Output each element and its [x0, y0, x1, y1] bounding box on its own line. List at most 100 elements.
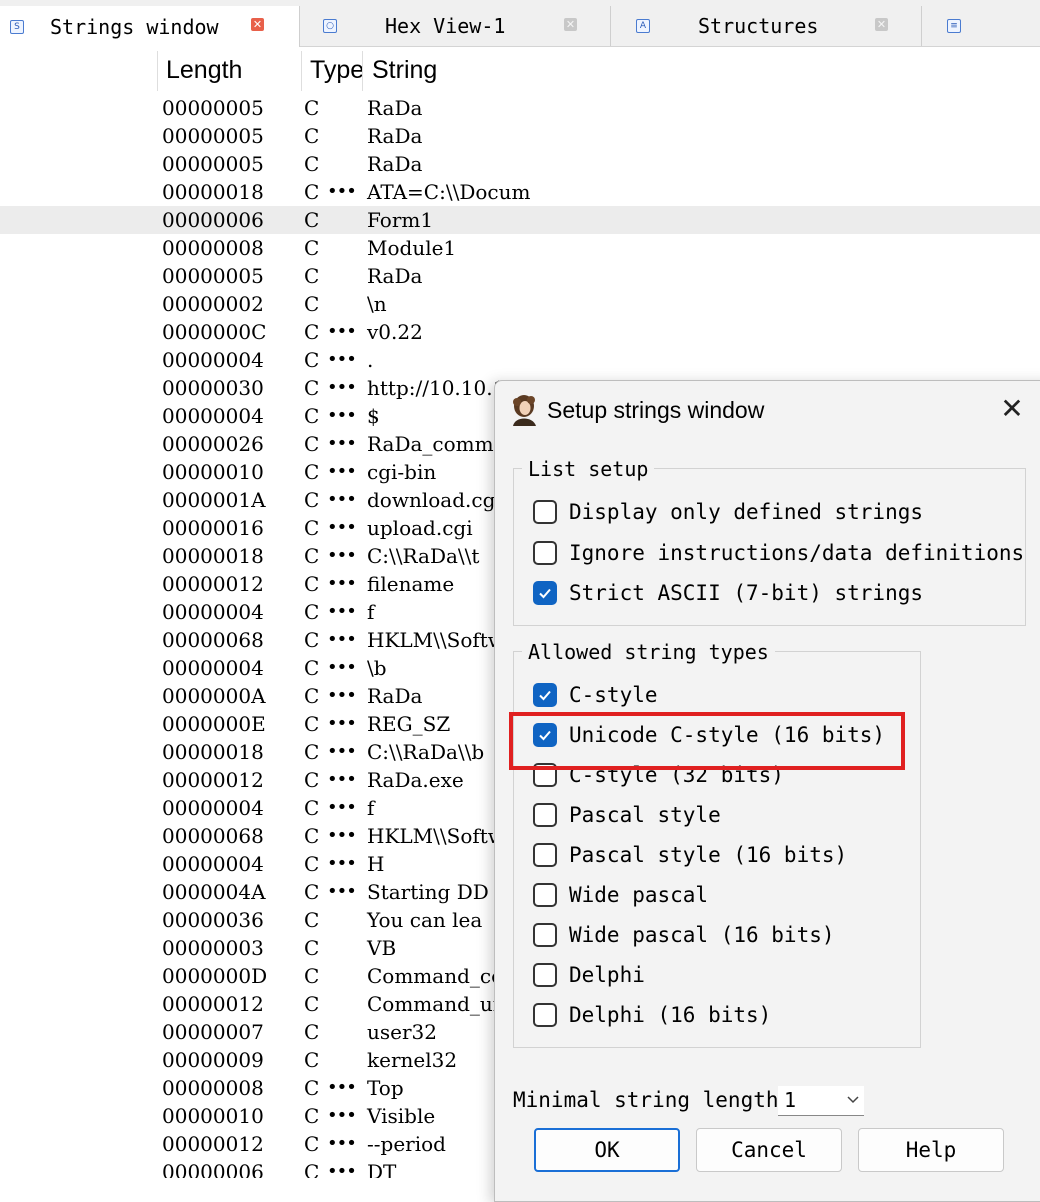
- checkbox-option[interactable]: Strict ASCII (7-bit) strings: [533, 578, 923, 608]
- table-row[interactable]: 00000005 C RaDa: [0, 262, 1040, 290]
- ellipsis-icon: •••: [327, 797, 357, 818]
- help-button[interactable]: Help: [858, 1128, 1004, 1172]
- cancel-button[interactable]: Cancel: [696, 1128, 842, 1172]
- cell-string: $: [367, 404, 380, 428]
- checkbox-unchecked-icon[interactable]: [533, 843, 557, 867]
- table-row[interactable]: 00000018 C ••• ATA=C:\\Docum: [0, 178, 1040, 206]
- cell-type: C: [304, 572, 320, 596]
- cell-type: C: [304, 740, 320, 764]
- checkbox-option[interactable]: Wide pascal (16 bits): [533, 920, 835, 950]
- cell-length: 00000008: [162, 236, 264, 260]
- cell-string: upload.cgi: [367, 516, 473, 540]
- table-row[interactable]: 00000005 C RaDa: [0, 150, 1040, 178]
- cell-string: H: [367, 852, 385, 876]
- checkbox-label: Ignore instructions/data definitions: [569, 540, 1025, 565]
- column-string[interactable]: String: [363, 47, 963, 93]
- ellipsis-icon: •••: [327, 433, 357, 454]
- table-row[interactable]: 00000005 C RaDa: [0, 94, 1040, 122]
- cell-type: C: [304, 824, 320, 848]
- table-row[interactable]: 00000002 C \n: [0, 290, 1040, 318]
- cell-type: C: [304, 96, 320, 120]
- checkbox-option[interactable]: Ignore instructions/data definitions: [533, 538, 1024, 568]
- app-logo-icon: [513, 395, 536, 426]
- cell-string: HKLM\\Softw: [367, 628, 505, 652]
- checkbox-label: Display only defined strings: [569, 500, 924, 524]
- close-icon[interactable]: ✕: [564, 18, 577, 31]
- checkbox-option[interactable]: Display only defined strings: [533, 497, 923, 527]
- cell-length: 0000001A: [162, 488, 266, 512]
- checkbox-option[interactable]: Pascal style (16 bits): [533, 840, 847, 870]
- cell-length: 0000000A: [162, 684, 266, 708]
- cell-type: C: [304, 1020, 320, 1044]
- table-row[interactable]: 00000004 C •••.: [0, 346, 1040, 374]
- checkbox-unchecked-icon[interactable]: [533, 803, 557, 827]
- cell-string: \n: [367, 292, 387, 316]
- cell-string: Top: [367, 1076, 404, 1100]
- table-row[interactable]: 00000006 C Form1: [0, 206, 1040, 234]
- ellipsis-icon: •••: [327, 713, 357, 734]
- column-header: Length Type String: [0, 47, 1040, 93]
- checkbox-checked-icon[interactable]: [533, 581, 557, 605]
- cell-type: C: [304, 208, 320, 232]
- cell-type: C: [304, 124, 320, 148]
- column-length[interactable]: Length: [158, 47, 301, 93]
- checkbox-option[interactable]: Wide pascal: [533, 880, 708, 910]
- tab-bar: S Strings window ✕ ○ Hex View-1 ✕ A Stru…: [0, 0, 1040, 47]
- tab-structures[interactable]: A Structures ✕: [612, 6, 922, 46]
- min-length-value: 1: [784, 1088, 797, 1112]
- checkbox-option[interactable]: Pascal style: [533, 800, 721, 830]
- checkbox-unchecked-icon[interactable]: [533, 923, 557, 947]
- cell-type: C: [304, 460, 320, 484]
- cell-type: C: [304, 880, 320, 904]
- checkbox-unchecked-icon[interactable]: [533, 500, 557, 524]
- checkbox-unchecked-icon[interactable]: [533, 540, 557, 565]
- ellipsis-icon: •••: [327, 1161, 357, 1178]
- tab-hex-view[interactable]: ○ Hex View-1 ✕: [301, 6, 611, 46]
- ellipsis-icon: •••: [327, 601, 357, 622]
- cell-length: 00000012: [162, 768, 264, 792]
- ellipsis-icon: •••: [327, 489, 357, 510]
- ok-button[interactable]: OK: [534, 1128, 680, 1172]
- cell-string: user32: [367, 1020, 437, 1044]
- table-row[interactable]: 00000008 C Module1: [0, 234, 1040, 262]
- checkbox-option[interactable]: Delphi (16 bits): [533, 1000, 771, 1030]
- cell-type: C: [304, 404, 320, 428]
- checkbox-option[interactable]: C-style: [533, 680, 658, 710]
- cell-string: DT: [367, 1160, 397, 1178]
- tab-strings-window[interactable]: S Strings window ✕: [0, 6, 300, 47]
- checkbox-option[interactable]: Delphi: [533, 960, 645, 990]
- cell-type: C: [304, 600, 320, 624]
- cell-type: C: [304, 1104, 320, 1128]
- cell-string: HKLM\\Softw: [367, 824, 505, 848]
- cell-string: ATA=C:\\Docum: [367, 180, 531, 204]
- cell-length: 00000003: [162, 936, 264, 960]
- close-icon[interactable]: ✕: [875, 18, 888, 31]
- table-row[interactable]: 00000005 C RaDa: [0, 122, 1040, 150]
- cell-type: C: [304, 432, 320, 456]
- close-icon[interactable]: ✕: [251, 18, 264, 31]
- checkbox-unchecked-icon[interactable]: [533, 963, 557, 987]
- cell-length: 00000005: [162, 264, 264, 288]
- cell-type: C: [304, 656, 320, 680]
- checkbox-unchecked-icon[interactable]: [533, 1003, 557, 1027]
- min-length-combo[interactable]: 1: [778, 1086, 864, 1116]
- checkbox-label: Delphi (16 bits): [569, 1003, 772, 1027]
- close-icon[interactable]: ✕: [997, 395, 1027, 425]
- cell-type: C: [304, 152, 320, 176]
- cell-string: RaDa: [367, 264, 423, 288]
- column-type[interactable]: Type: [302, 47, 362, 93]
- checkbox-unchecked-icon[interactable]: [533, 883, 557, 907]
- ellipsis-icon: •••: [327, 825, 357, 846]
- ellipsis-icon: •••: [327, 853, 357, 874]
- allowed-types-legend: Allowed string types: [522, 640, 775, 664]
- checkbox-checked-icon[interactable]: [533, 683, 557, 707]
- cell-string: RaDa: [367, 152, 423, 176]
- cell-type: C: [304, 936, 320, 960]
- tab-enums[interactable]: ≡: [923, 6, 1040, 46]
- cell-string: f: [367, 600, 375, 624]
- cell-type: C: [304, 964, 320, 988]
- dialog-title-bar[interactable]: Setup strings window ✕: [495, 381, 1040, 441]
- table-row[interactable]: 0000000C C ••• v0.22: [0, 318, 1040, 346]
- cell-string: REG_SZ: [367, 712, 451, 736]
- checkbox-label: C-style: [569, 683, 658, 707]
